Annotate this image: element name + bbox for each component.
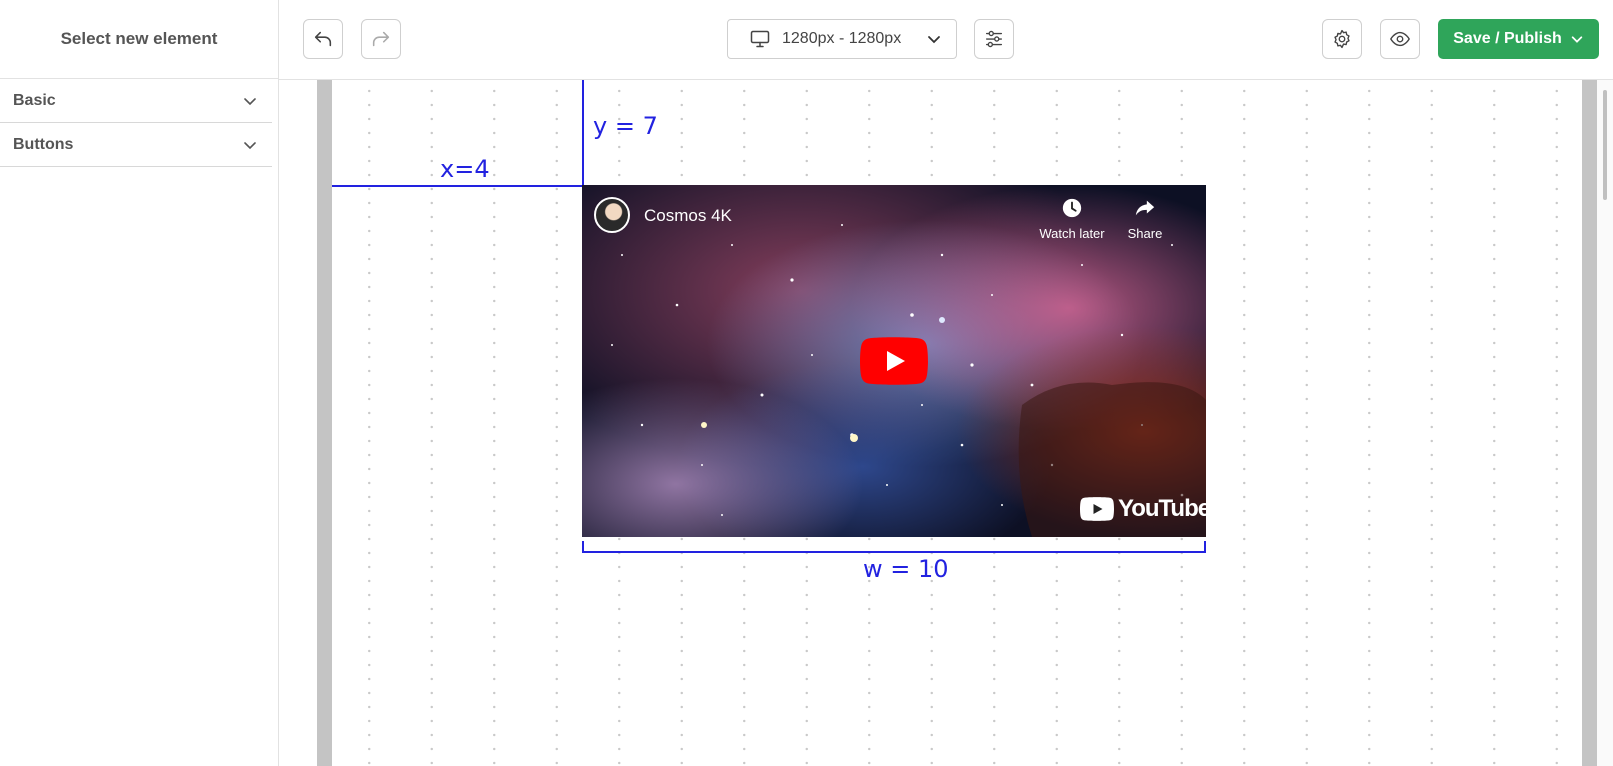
eye-icon [1390,31,1410,47]
save-publish-button[interactable]: Save / Publish [1438,19,1599,59]
preview-button[interactable] [1380,19,1420,59]
chevron-down-icon [928,36,940,44]
channel-avatar[interactable] [594,197,630,233]
adjustments-button[interactable] [974,19,1014,59]
top-toolbar: 1280px - 1280px Save / Publish [279,0,1613,80]
sidebar-section-basic[interactable]: Basic [0,79,272,123]
video-title[interactable]: Cosmos 4K [644,206,732,226]
x-guide-label: x=4 [440,155,490,183]
undo-button[interactable] [303,19,343,59]
w-guide-line [582,551,1206,553]
canvas-left-gutter [317,80,332,766]
w-guide-label: w = 10 [863,555,949,583]
gear-icon [1334,29,1350,49]
device-size-label: 1280px - 1280px [782,30,902,47]
share-icon [1135,200,1155,216]
watch-later-label: Watch later [1039,226,1105,241]
canvas-right-gutter [1582,80,1597,766]
publish-label: Save / Publish [1453,30,1562,47]
settings-button[interactable] [1322,19,1362,59]
share-button[interactable]: Share [1120,197,1170,241]
chevron-down-icon [244,97,256,105]
chevron-down-icon [244,141,256,149]
section-label: Buttons [13,135,74,153]
x-guide-line [332,185,583,187]
scrollbar-thumb[interactable] [1603,90,1607,200]
section-label: Basic [13,91,56,109]
watch-later-button[interactable]: Watch later [1034,197,1110,241]
monitor-icon [750,30,770,48]
clock-icon [1062,198,1082,218]
sidebar-title: Select new element [0,0,278,79]
y-guide-label: y = 7 [593,112,658,140]
sliders-icon [985,30,1003,48]
redo-icon [372,31,390,47]
youtube-wordmark: YouTube [1118,495,1206,522]
redo-button[interactable] [361,19,401,59]
play-button-icon[interactable] [860,337,928,385]
sidebar-section-buttons[interactable]: Buttons [0,123,272,167]
youtube-video-embed[interactable]: Cosmos 4K Watch later Share YouTube [582,185,1206,537]
device-size-select[interactable]: 1280px - 1280px [727,19,957,59]
undo-icon [314,31,332,47]
editor-canvas[interactable]: y = 7 x=4 w = 10 Cosmos 4K Watch later S… [279,80,1613,766]
y-guide-line [582,80,584,186]
share-label: Share [1127,226,1163,241]
chevron-down-icon [1571,36,1582,43]
element-sidebar: Select new element Basic Buttons [0,0,279,766]
youtube-logo[interactable]: YouTube [1080,495,1206,523]
youtube-icon [1080,497,1114,521]
